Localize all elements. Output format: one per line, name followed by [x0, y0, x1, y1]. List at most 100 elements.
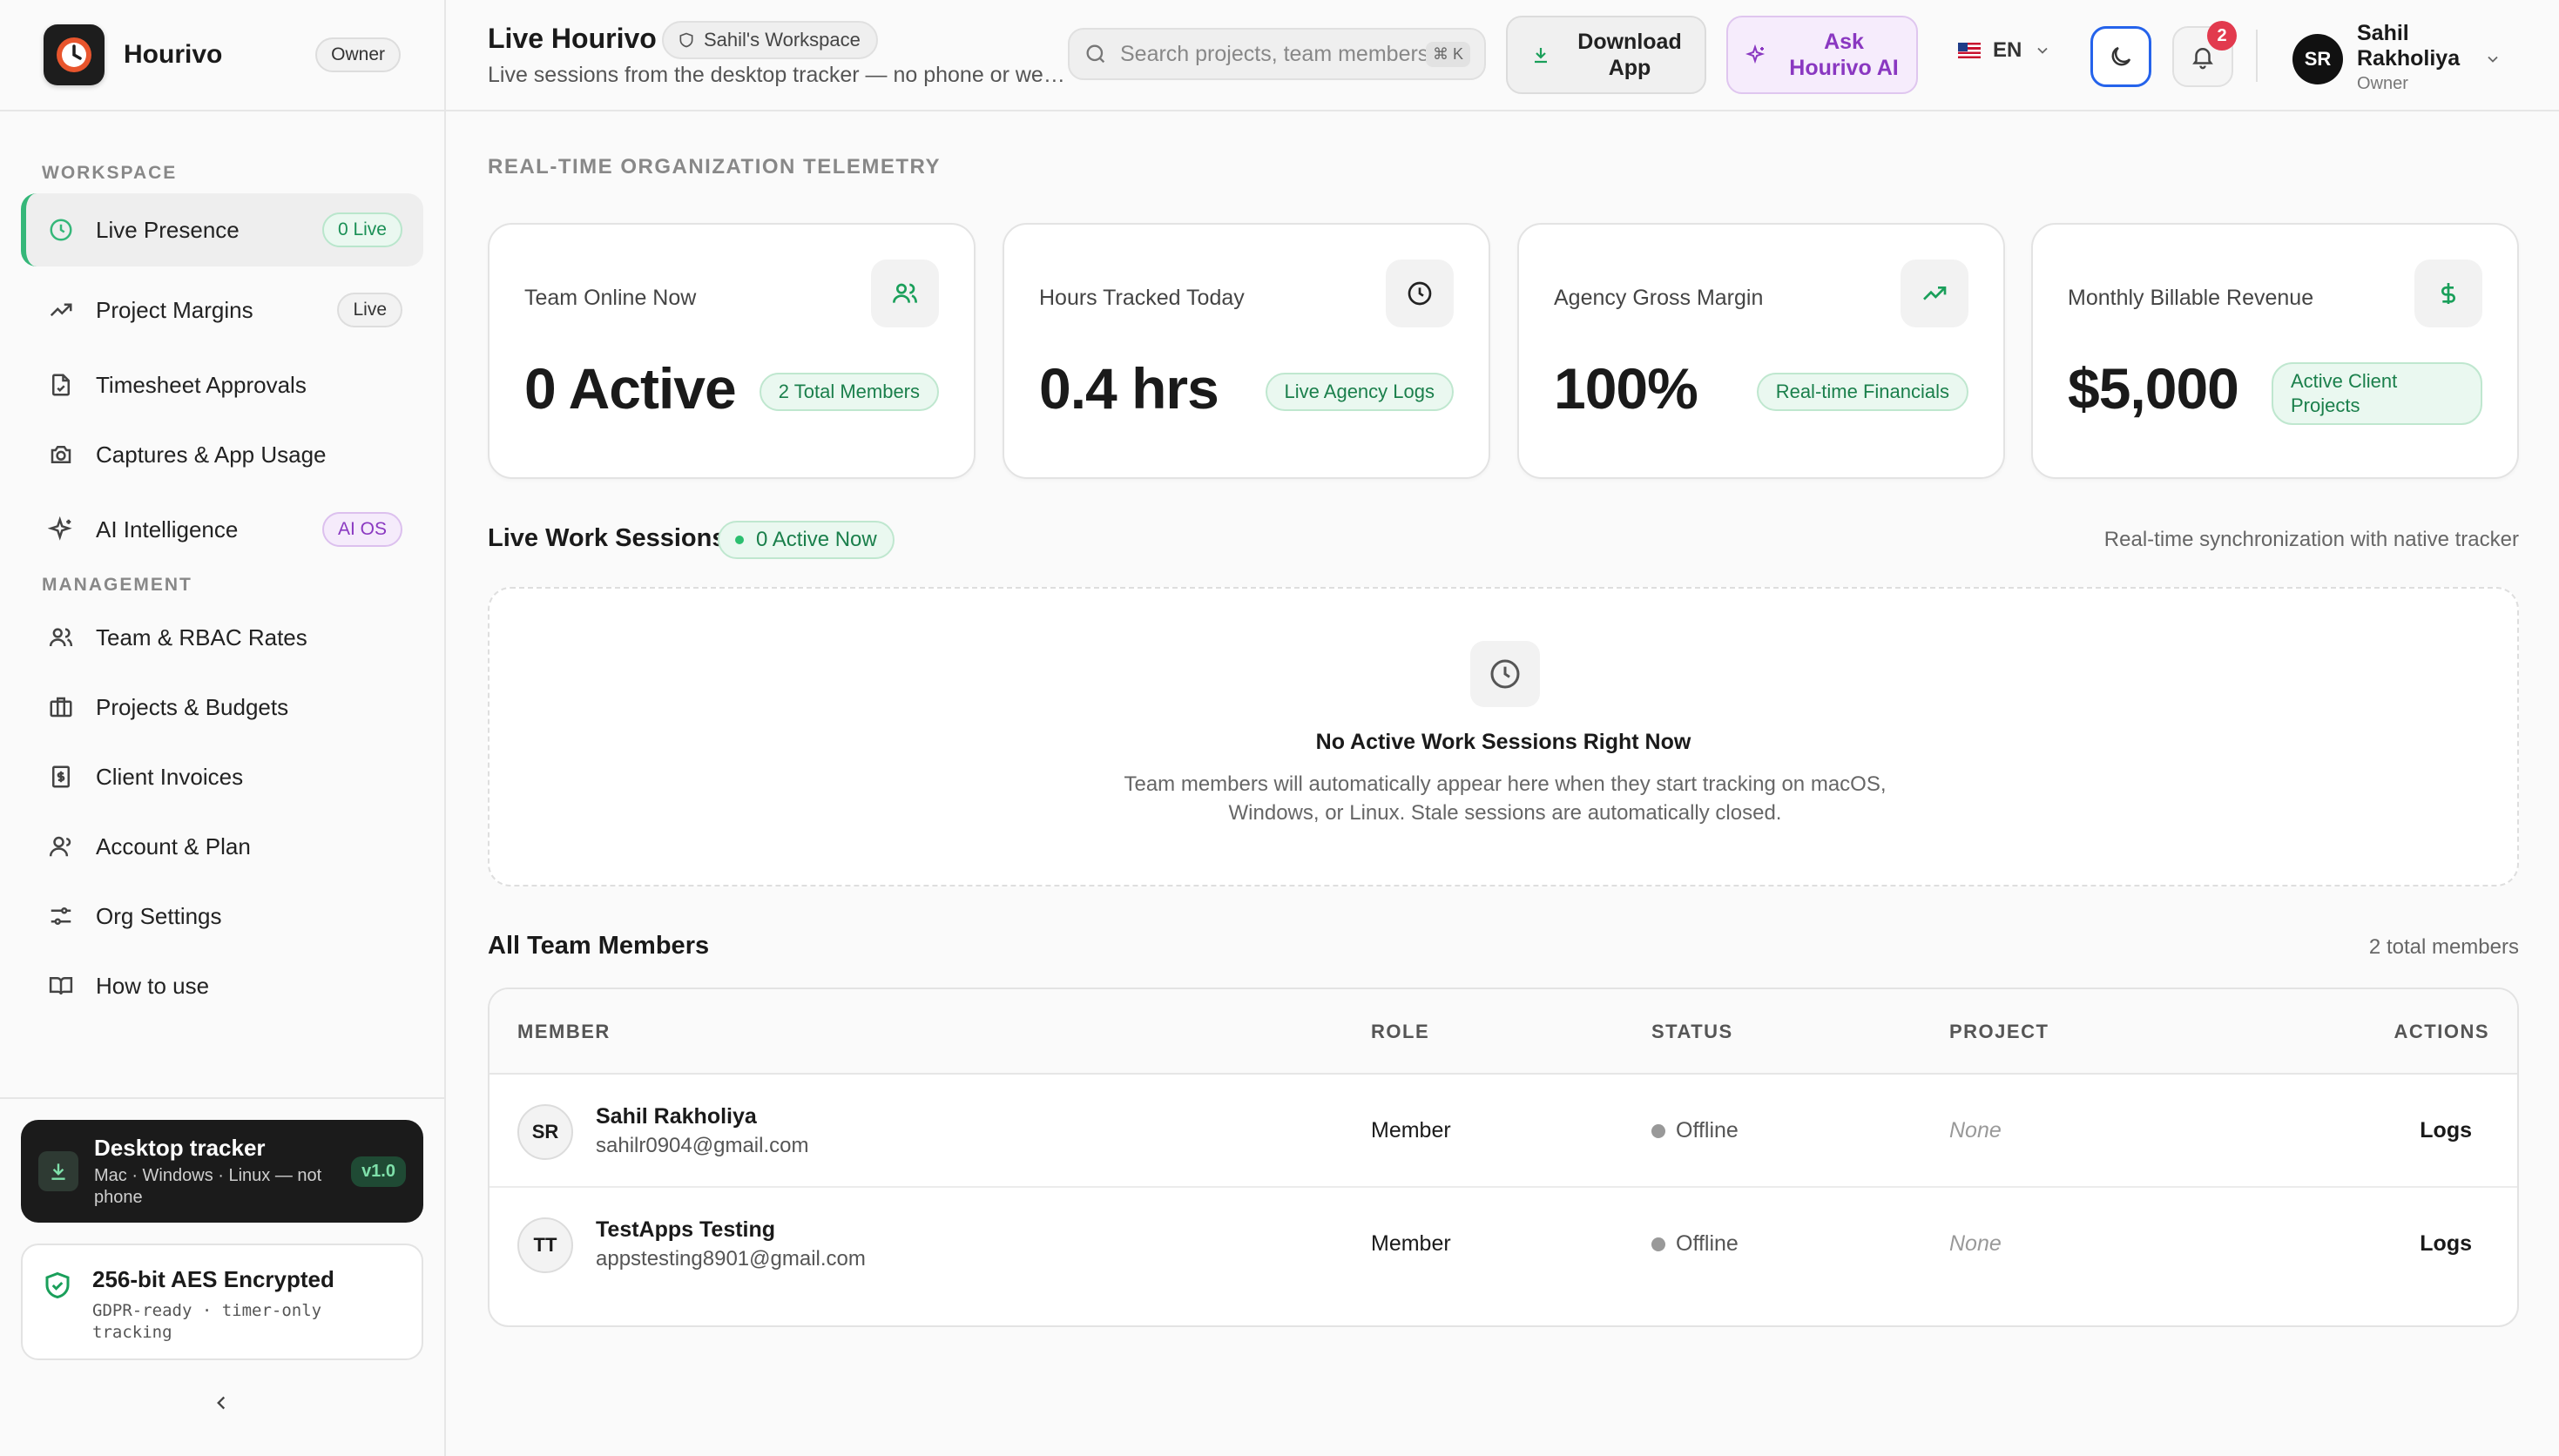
page-subtitle: Live sessions from the desktop tracker —…: [488, 63, 1066, 87]
encryption-subtitle: GDPR-ready · timer-only tracking: [92, 1301, 322, 1342]
workspace-section-label: WORKSPACE: [42, 163, 178, 183]
sidebar-item-captures[interactable]: Captures & App Usage: [21, 418, 423, 491]
sidebar-item-project-margins[interactable]: Project Margins Live: [21, 273, 423, 347]
status-dot-icon: [1651, 1237, 1665, 1251]
empty-sessions-description: Team members will automatically appear h…: [1124, 772, 1887, 825]
dollar-icon: [2414, 260, 2482, 327]
member-role: Member: [1371, 1231, 1451, 1256]
sidebar-item-ai-intelligence[interactable]: AI Intelligence AI OS: [21, 493, 423, 566]
sidebar-item-projects-budgets[interactable]: Projects & Budgets: [21, 671, 423, 744]
column-header-role: ROLE: [1371, 1021, 1430, 1042]
trending-up-icon: [1901, 260, 1968, 327]
sidebar-item-team-rbac[interactable]: Team & RBAC Rates: [21, 601, 423, 674]
language-code: EN: [1993, 38, 2022, 62]
member-status: Offline: [1651, 1231, 1739, 1257]
download-app-button[interactable]: Download App: [1506, 16, 1706, 94]
trending-up-icon: [45, 294, 77, 326]
sidebar-item-label: Live Presence: [96, 216, 240, 243]
sliders-icon: [45, 900, 77, 932]
ai-os-badge: AI OS: [321, 512, 402, 547]
sidebar-item-org-settings[interactable]: Org Settings: [21, 880, 423, 953]
sidebar-item-timesheet-approvals[interactable]: Timesheet Approvals: [21, 348, 423, 421]
clock-icon: [1386, 260, 1454, 327]
encryption-card: 256-bit AES Encrypted GDPR-ready · timer…: [21, 1244, 423, 1360]
column-header-project: PROJECT: [1949, 1021, 2049, 1042]
management-section-label: MANAGEMENT: [42, 575, 192, 595]
column-header-actions: ACTIONS: [2394, 1021, 2489, 1042]
brand-name: Hourivo: [124, 40, 223, 69]
member-email: appstesting8901@gmail.com: [596, 1247, 866, 1271]
sidebar-item-live-presence[interactable]: Live Presence 0 Live: [21, 193, 423, 266]
column-header-member: MEMBER: [517, 1021, 611, 1042]
language-selector[interactable]: EN: [1958, 38, 2051, 63]
tracker-subtitle: Mac · Windows · Linux — not phone: [94, 1165, 322, 1207]
table-row: SR Sahil Rakholiya sahilr0904@gmail.com …: [490, 1075, 2517, 1188]
table-header: MEMBER ROLE STATUS PROJECT ACTIONS: [490, 989, 2517, 1075]
workspace-chip[interactable]: Sahil's Workspace: [662, 21, 878, 59]
status-dot-icon: [1651, 1123, 1665, 1138]
clock-icon: [1470, 641, 1540, 707]
shield-check-icon: [42, 1270, 73, 1307]
notifications-button[interactable]: 2: [2172, 21, 2237, 87]
search-box[interactable]: ⌘ K: [1068, 28, 1486, 80]
sidebar-item-label: Account & Plan: [96, 832, 251, 859]
users-icon: [871, 260, 939, 327]
sidebar-item-account-plan[interactable]: Account & Plan: [21, 810, 423, 883]
sidebar-item-label: AI Intelligence: [96, 516, 239, 543]
ask-ai-button[interactable]: Ask Hourivo AI: [1726, 16, 1918, 94]
search-icon: [1084, 42, 1108, 66]
team-members-title: All Team Members: [488, 932, 710, 960]
team-members-count: 2 total members: [2368, 935, 2519, 959]
member-role: Member: [1371, 1118, 1451, 1143]
sidebar-item-how-to-use[interactable]: How to use: [21, 949, 423, 1022]
header-divider: [2256, 30, 2258, 82]
users-icon: [45, 622, 77, 653]
sidebar: Hourivo Owner WORKSPACE Live Presence 0 …: [0, 0, 446, 1456]
active-now-label: 0 Active Now: [756, 528, 877, 551]
notification-count-badge: 2: [2207, 21, 2237, 51]
download-label-line1: Download: [1577, 30, 1682, 54]
sidebar-item-client-invoices[interactable]: Client Invoices: [21, 740, 423, 813]
collapse-sidebar-button[interactable]: [204, 1388, 239, 1423]
desktop-tracker-card[interactable]: Desktop tracker Mac · Windows · Linux — …: [21, 1120, 423, 1223]
book-icon: [45, 970, 77, 1001]
download-label-line2: App: [1608, 56, 1651, 80]
us-flag-icon: [1958, 43, 1981, 58]
empty-sessions-title: No Active Work Sessions Right Now: [1315, 730, 1691, 754]
member-name: Sahil Rakholiya: [596, 1104, 757, 1129]
avatar: SR: [517, 1104, 573, 1160]
member-name: TestApps Testing: [596, 1217, 776, 1242]
page-title: Live Hourivo: [488, 23, 657, 54]
stat-title: Monthly Billable Revenue: [2068, 286, 2314, 310]
version-badge: v1.0: [351, 1156, 406, 1187]
sidebar-item-label: Org Settings: [96, 902, 222, 929]
encryption-title: 256-bit AES Encrypted: [92, 1266, 334, 1292]
search-input[interactable]: [1120, 41, 1426, 67]
download-icon: [1530, 44, 1551, 65]
role-badge: Owner: [315, 37, 401, 72]
sparkles-icon: [45, 514, 77, 545]
member-project: None: [1949, 1231, 2002, 1256]
tracker-title: Desktop tracker: [94, 1134, 266, 1161]
team-members-table: MEMBER ROLE STATUS PROJECT ACTIONS SR Sa…: [488, 988, 2519, 1327]
stat-badge: Active Client Projects: [2272, 362, 2482, 425]
avatar: SR: [2292, 33, 2343, 84]
hourivo-logo-icon[interactable]: [44, 24, 105, 85]
stat-card-team-online: Team Online Now 0 Active 2 Total Members: [488, 223, 976, 479]
empty-sessions-panel: No Active Work Sessions Right Now Team m…: [488, 587, 2519, 886]
camera-icon: [45, 439, 77, 470]
live-dot-icon: [735, 536, 744, 544]
sidebar-item-label: Projects & Budgets: [96, 693, 289, 720]
sidebar-item-label: Team & RBAC Rates: [96, 624, 307, 650]
logs-button[interactable]: Logs: [2420, 1231, 2472, 1257]
stat-value: 0 Active: [524, 356, 737, 421]
avatar: TT: [517, 1217, 573, 1273]
member-status: Offline: [1651, 1118, 1739, 1143]
brand-header: Hourivo Owner: [0, 0, 444, 111]
user-menu[interactable]: SR Sahil Rakholiya Owner: [2292, 21, 2502, 97]
stat-title: Agency Gross Margin: [1554, 286, 1764, 310]
stat-card-billable-revenue: Monthly Billable Revenue $5,000 Active C…: [2031, 223, 2519, 479]
sidebar-item-label: Client Invoices: [96, 763, 244, 790]
logs-button[interactable]: Logs: [2420, 1118, 2472, 1143]
theme-toggle-button[interactable]: [2090, 26, 2151, 87]
